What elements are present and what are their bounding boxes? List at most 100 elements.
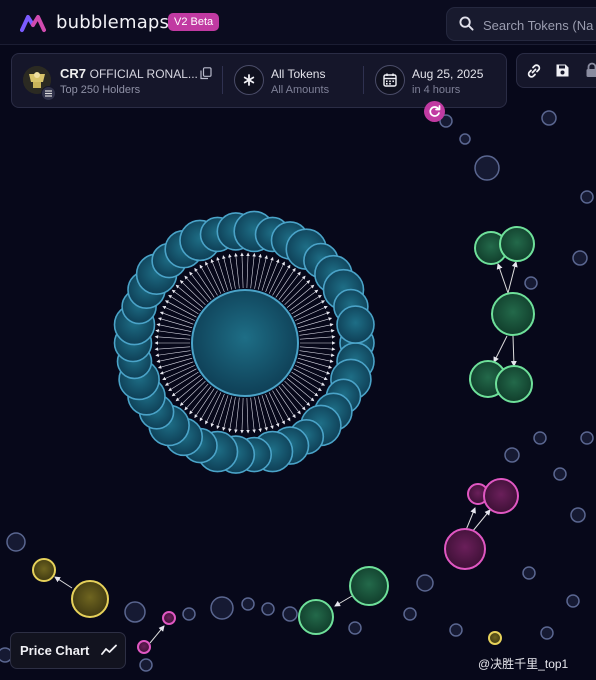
search-box[interactable] [446, 7, 596, 41]
holder-bubble[interactable] [348, 621, 362, 635]
transfer-link [179, 280, 206, 306]
holder-bubble[interactable] [182, 607, 196, 621]
holder-bubble[interactable] [261, 602, 275, 616]
watermark-text: @决胜千里_top1 [478, 657, 569, 671]
date-title[interactable]: Aug 25, 2025 [412, 67, 483, 81]
main-holder-bubble[interactable] [191, 289, 299, 397]
transfer-link [189, 386, 212, 415]
transfer-link [157, 357, 193, 369]
transfer-link [286, 284, 315, 308]
transfer-link [246, 397, 250, 434]
holder-bubble[interactable] [6, 532, 26, 552]
transfer-link [296, 311, 331, 325]
holder-bubble[interactable] [495, 365, 533, 403]
transfer-link [284, 380, 311, 406]
app-name: bubblemaps [56, 12, 170, 33]
filter-subtitle: All Amounts [271, 84, 330, 96]
holder-bubble[interactable] [524, 276, 538, 290]
holder-bubble[interactable] [483, 478, 519, 514]
token-filter-button[interactable] [234, 65, 264, 95]
trend-icon [101, 644, 117, 655]
holder-bubble[interactable] [403, 607, 417, 621]
holder-bubble[interactable] [570, 507, 586, 523]
transfer-link [157, 317, 193, 329]
transfer-link [286, 378, 315, 402]
price-chart-button[interactable]: Price Chart [10, 632, 126, 669]
holder-bubble[interactable] [580, 190, 594, 204]
link-icon[interactable] [526, 63, 542, 79]
logo[interactable]: bubblemaps [20, 12, 169, 33]
divider [222, 66, 223, 94]
asterisk-icon [243, 74, 255, 86]
holder-bubble[interactable] [336, 305, 375, 344]
holder-bubble[interactable] [349, 566, 389, 606]
holder-bubble[interactable] [491, 292, 535, 336]
refresh-button[interactable] [424, 101, 445, 122]
transfer-link [284, 280, 311, 306]
holder-bubble[interactable] [416, 574, 434, 592]
green-cluster [469, 226, 535, 403]
holder-bubble[interactable] [137, 640, 151, 654]
holder-bubble[interactable] [553, 467, 567, 481]
transfer-link [184, 383, 209, 411]
holder-bubble[interactable] [488, 631, 502, 645]
transfer-link [216, 395, 229, 430]
search-icon [459, 16, 474, 31]
calendar-icon [383, 73, 397, 87]
holder-bubble[interactable] [298, 599, 334, 635]
holder-bubble[interactable] [566, 594, 580, 608]
divider [363, 66, 364, 94]
transfer-link [298, 354, 334, 363]
transfer-link [250, 397, 256, 434]
holder-bubble[interactable] [139, 658, 153, 672]
holder-bubble[interactable] [444, 528, 486, 570]
top-bar: bubblemaps V2 Beta [0, 0, 596, 45]
holder-bubble[interactable] [499, 226, 535, 262]
map-actions-panel [516, 53, 596, 88]
green-pair [298, 566, 389, 635]
transfer-link [299, 350, 335, 357]
transfer-link [281, 275, 306, 303]
holder-bubble[interactable] [162, 611, 176, 625]
holder-bubble[interactable] [474, 155, 500, 181]
price-chart-label: Price Chart [20, 643, 90, 658]
token-symbol: CR7 [60, 66, 87, 81]
transfer-link [189, 271, 212, 300]
transfer-link [299, 335, 336, 340]
holder-bubble[interactable] [540, 626, 554, 640]
holder-bubble[interactable] [572, 250, 588, 266]
holder-bubble[interactable] [210, 596, 234, 620]
holder-bubble[interactable] [541, 110, 557, 126]
transfer-link [240, 252, 244, 289]
holder-bubble[interactable] [533, 431, 547, 445]
transfer-link [261, 256, 274, 291]
copy-icon[interactable] [200, 67, 212, 80]
search-input[interactable] [481, 15, 596, 35]
holder-bubble[interactable] [522, 566, 536, 580]
holder-bubble[interactable] [459, 133, 471, 145]
holder-bubble[interactable] [580, 431, 594, 445]
transfer-link [154, 346, 191, 351]
holder-bubble[interactable] [449, 623, 463, 637]
transfer-link [240, 397, 244, 434]
filter-title[interactable]: All Tokens [271, 67, 325, 81]
transfer-link [250, 252, 256, 289]
transfer-link [175, 284, 204, 308]
holder-bubble[interactable] [241, 597, 255, 611]
holder-bubble[interactable] [504, 447, 520, 463]
transfer-link [216, 256, 229, 291]
date-picker-button[interactable] [375, 65, 405, 95]
holder-bubble[interactable] [71, 580, 109, 618]
transfer-link [299, 346, 336, 351]
transfer-link [175, 378, 204, 402]
lock-icon[interactable] [585, 62, 596, 78]
bubblemaps-logo-icon [20, 14, 46, 32]
transfer-link [179, 380, 206, 406]
transfer-link [297, 357, 333, 369]
holder-bubble[interactable] [32, 558, 56, 582]
token-name: OFFICIAL RONAL... [89, 67, 198, 81]
transfer-link [297, 317, 333, 329]
holder-bubble[interactable] [282, 606, 298, 622]
holder-bubble[interactable] [124, 601, 146, 623]
save-icon[interactable] [555, 63, 570, 78]
